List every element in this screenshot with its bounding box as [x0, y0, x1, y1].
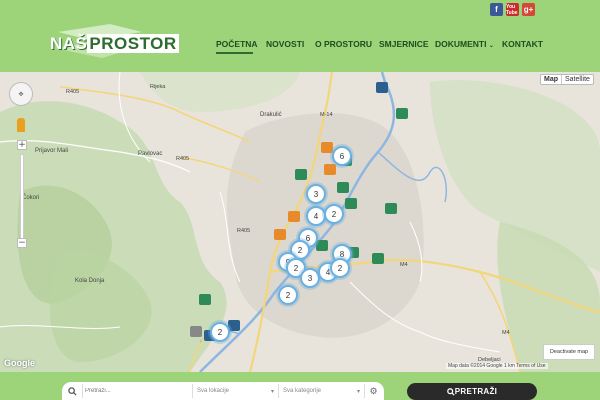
pan-control-icon[interactable]: ✥	[9, 82, 33, 106]
main-nav: POČETNA NOVOSTI O PROSTORU SMJERNICE DOK…	[0, 39, 600, 53]
map-attribution[interactable]: Map data ©2014 Google 1 km Terms of Use	[446, 363, 548, 369]
map-marker[interactable]	[199, 294, 211, 305]
map-label-rijeka: Rijeka	[150, 84, 166, 90]
deactivate-map-button[interactable]: Deactivate map	[543, 344, 595, 360]
map-cluster[interactable]: 3	[306, 184, 326, 204]
map-marker[interactable]	[337, 182, 349, 193]
chevron-down-icon: ▾	[356, 388, 360, 395]
map-label-r405a: R405	[66, 89, 80, 95]
search-button-label: PRETRAŽI	[454, 387, 498, 396]
search-input[interactable]	[82, 384, 192, 398]
nav-active-underline	[216, 52, 253, 54]
map-marker[interactable]	[376, 82, 388, 93]
map-cluster[interactable]: 2	[210, 322, 230, 342]
map-terrain	[0, 72, 600, 372]
search-bar: Sva lokacije ▾ Sva kategorije ▾ ⚙ PRETRA…	[0, 372, 600, 400]
location-select-value: Sva lokacije	[197, 388, 230, 394]
map-marker[interactable]	[190, 326, 202, 337]
search-icon[interactable]	[62, 382, 82, 400]
nav-dokumenti-label: DOKUMENTI	[435, 39, 487, 49]
map-marker[interactable]	[372, 253, 384, 264]
map-marker[interactable]	[324, 164, 336, 175]
map-label-r405c: R405	[237, 228, 251, 234]
map-label-m4: M4	[400, 262, 408, 268]
map-marker[interactable]	[321, 142, 333, 153]
search-box: Sva lokacije ▾ Sva kategorije ▾ ⚙	[62, 382, 384, 400]
nav-o-prostoru[interactable]: O PROSTORU	[315, 39, 372, 49]
map-marker[interactable]	[345, 198, 357, 209]
map-marker[interactable]	[288, 211, 300, 222]
map-label-m14: M-14	[320, 112, 333, 118]
chevron-down-icon: ⌄	[488, 43, 494, 49]
map-cluster[interactable]: 3	[300, 268, 320, 288]
map-label-kola: Kola Donja	[75, 278, 105, 284]
map-marker[interactable]	[385, 203, 397, 214]
nav-kontakt[interactable]: KONTAKT	[502, 39, 543, 49]
map-cluster[interactable]: 2	[278, 285, 298, 305]
social-links: f You Tube g+	[490, 3, 535, 16]
nav-novosti[interactable]: NOVOSTI	[266, 39, 304, 49]
map-label-prijavor: Prijavor Mali	[35, 148, 69, 154]
map-label-m4b: M4	[502, 330, 510, 336]
category-select[interactable]: Sva kategorije ▾	[278, 384, 364, 398]
facebook-icon[interactable]: f	[490, 3, 503, 16]
map-cluster[interactable]: 4	[306, 206, 326, 226]
pegman-icon[interactable]	[17, 118, 25, 132]
search-button[interactable]: PRETRAŽI	[407, 383, 537, 400]
nav-pocetna[interactable]: POČETNA	[216, 39, 258, 49]
map-type-control: Map Satellite	[540, 74, 594, 85]
map-label-r405b: R405	[176, 156, 190, 162]
zoom-in-button[interactable]: +	[17, 140, 27, 150]
map-cluster[interactable]: 6	[332, 146, 352, 166]
location-select[interactable]: Sva lokacije ▾	[192, 384, 278, 398]
map-label-pavlovac: Pavlovac	[138, 151, 163, 157]
google-logo: Google	[4, 358, 35, 368]
map-cluster[interactable]: 2	[324, 204, 344, 224]
map-marker[interactable]	[295, 169, 307, 180]
header: NAŠ PROSTOR f You Tube g+ POČETNA NOVOSTI…	[0, 0, 600, 72]
zoom-slider[interactable]	[20, 154, 24, 240]
map-canvas[interactable]: R405 Rijeka Drakulić M-14 Prijavor Mali …	[0, 72, 600, 372]
category-select-value: Sva kategorije	[283, 388, 322, 394]
map-type-satellite[interactable]: Satellite	[562, 75, 593, 84]
map-label-drakulic: Drakulić	[260, 112, 282, 118]
map-marker[interactable]	[396, 108, 408, 119]
zoom-out-button[interactable]: −	[17, 238, 27, 248]
chevron-down-icon: ▾	[270, 388, 274, 395]
nav-dokumenti[interactable]: DOKUMENTI ⌄	[435, 39, 494, 49]
map-marker[interactable]	[274, 229, 286, 240]
nav-smjernice[interactable]: SMJERNICE	[379, 39, 429, 49]
googleplus-icon[interactable]: g+	[522, 3, 535, 16]
map-cluster[interactable]: 2	[330, 258, 350, 278]
map-label-cokori: Čokori	[22, 195, 40, 201]
youtube-icon[interactable]: You Tube	[506, 3, 519, 16]
search-button-icon	[446, 387, 455, 396]
gear-icon[interactable]: ⚙	[364, 384, 382, 398]
map-marker[interactable]	[316, 240, 328, 251]
map-type-map[interactable]: Map	[541, 75, 562, 84]
